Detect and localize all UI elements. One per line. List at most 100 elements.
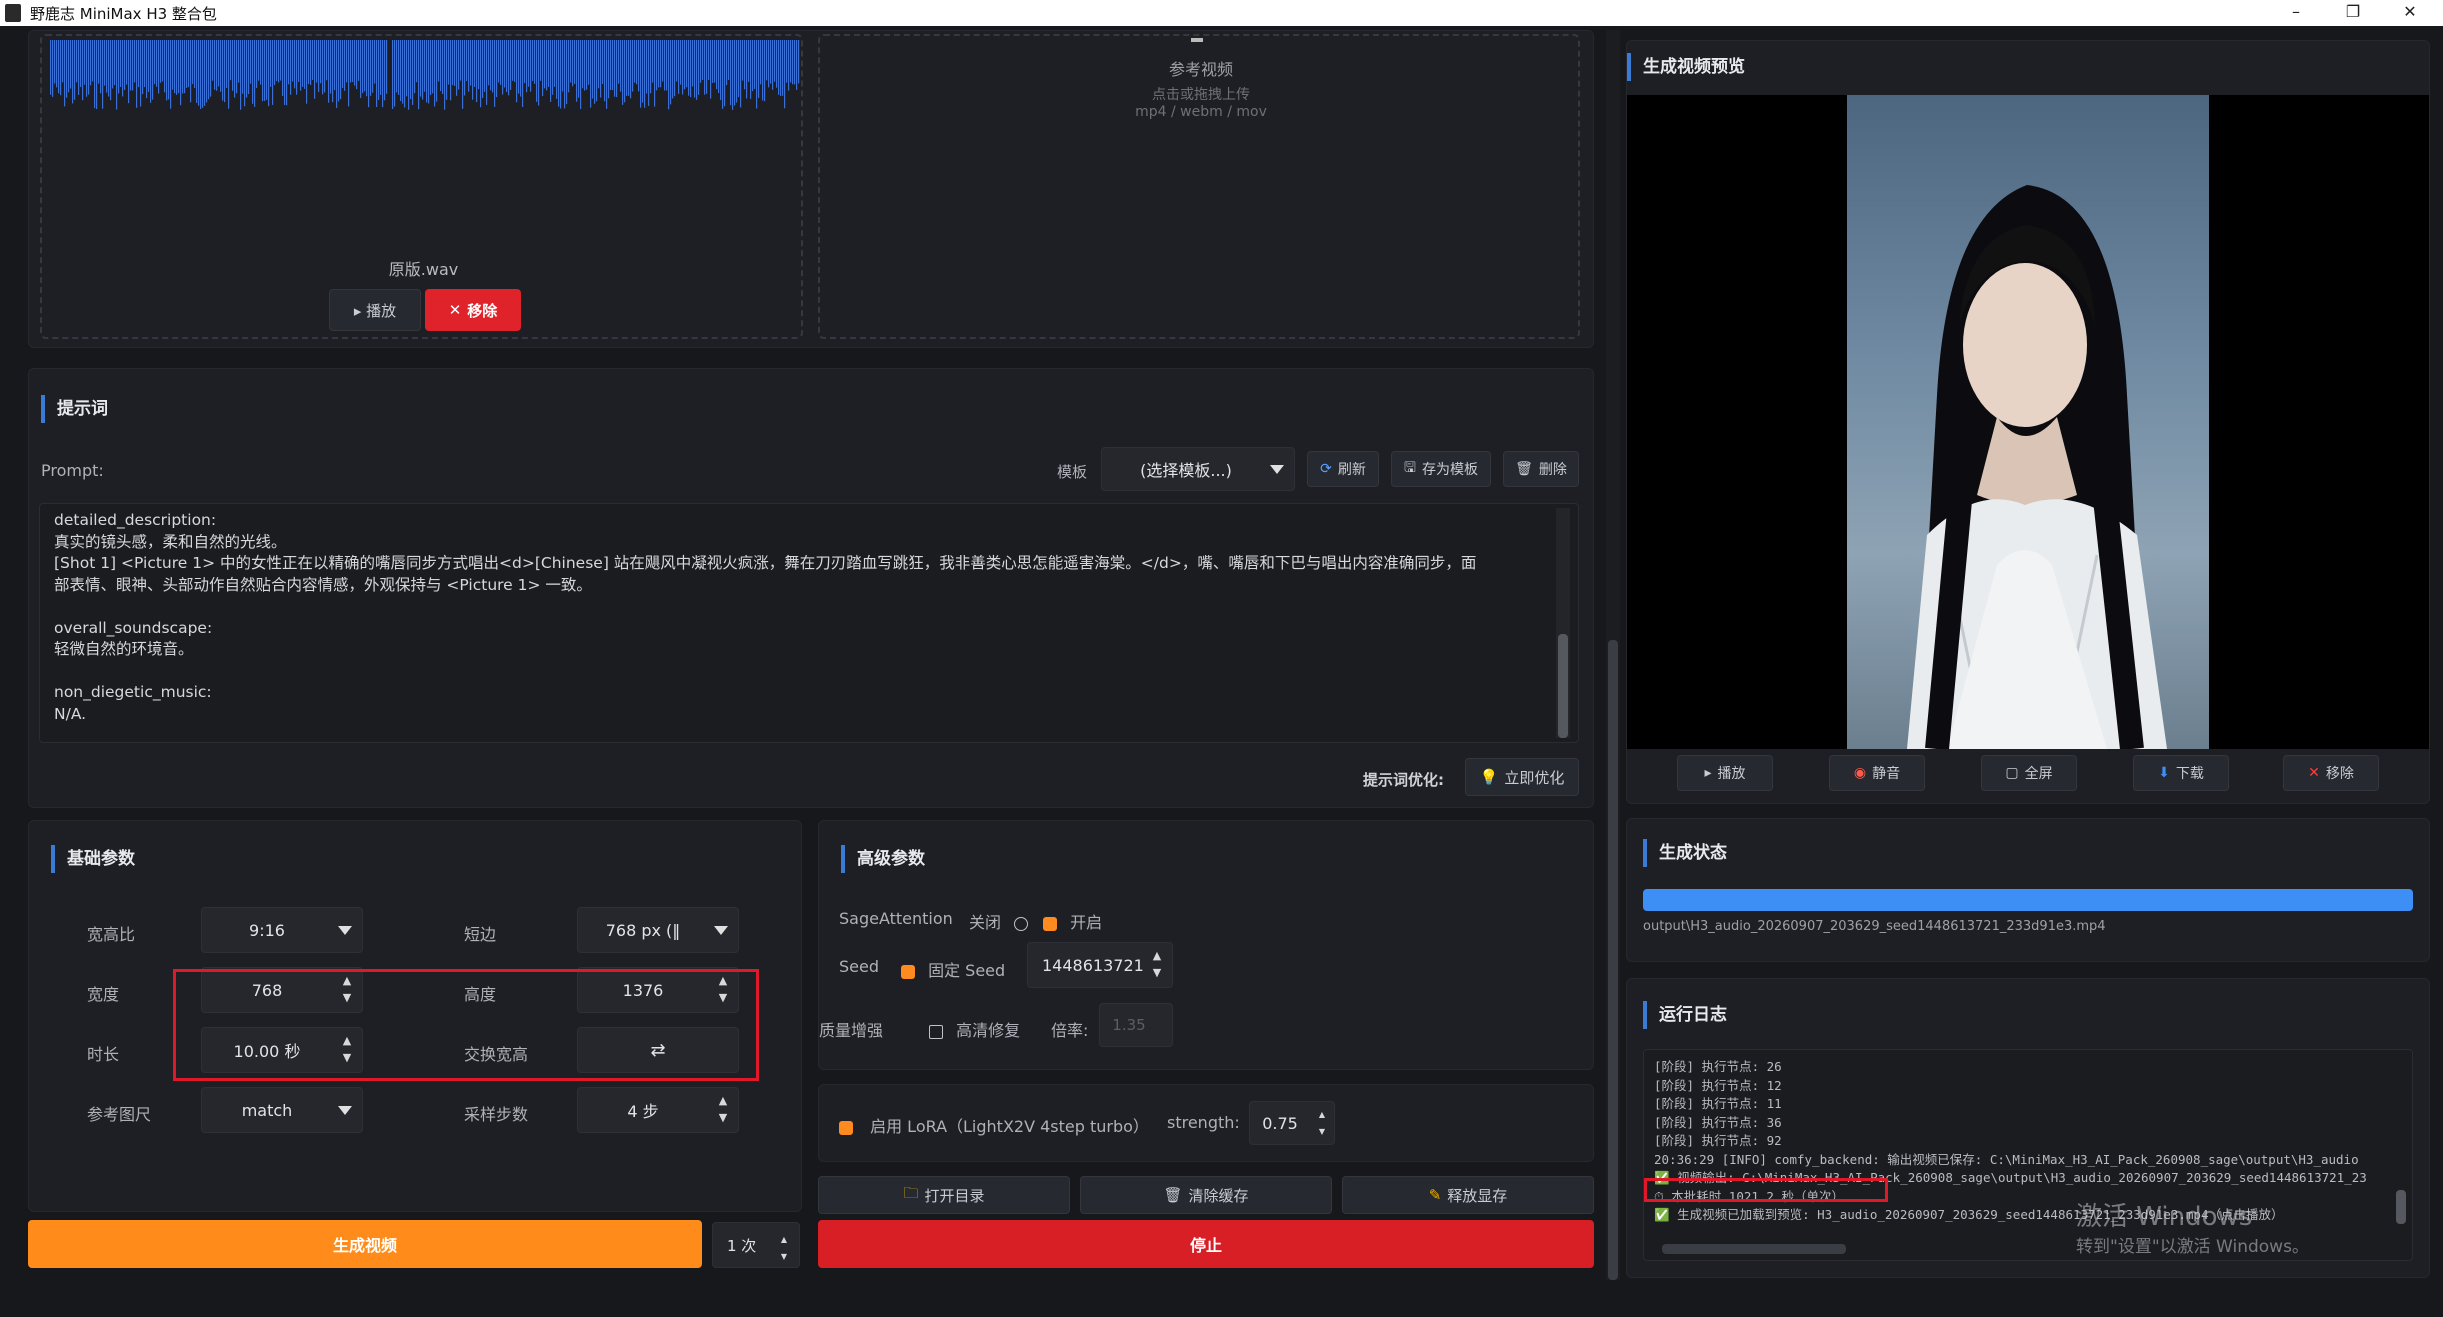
log-v-scroll-thumb[interactable]: [2396, 1190, 2406, 1224]
log-output[interactable]: [阶段] 执行节点: 26 [阶段] 执行节点: 12 [阶段] 执行节点: 11 […: [1643, 1049, 2413, 1261]
log-line: 20:36:29 [INFO] comfy_backend: 输出视频已保存: …: [1654, 1151, 2359, 1167]
template-select[interactable]: (选择模板...): [1101, 447, 1295, 491]
clear-cache-button[interactable]: 🗑 清除缓存: [1080, 1176, 1332, 1214]
count-stepper[interactable]: ▲ ▼: [775, 1231, 793, 1265]
stop-label: 停止: [1189, 1236, 1222, 1255]
log-line: [阶段] 执行节点: 26: [1654, 1059, 1782, 1074]
refresh-label: 刷新: [1337, 462, 1366, 478]
prompt-scroll-thumb[interactable]: [1558, 634, 1568, 738]
count-value: 1 次: [727, 1236, 757, 1255]
hd-fix-option[interactable]: 高清修复: [929, 1017, 1020, 1041]
sage-off-label: 关闭: [969, 913, 1002, 932]
audio-remove-label: 移除: [467, 301, 498, 320]
log-line: [阶段] 执行节点: 36: [1654, 1114, 1782, 1130]
prompt-line: 轻微自然的环境音。: [54, 640, 194, 658]
mute-button[interactable]: ◉ 静音: [1829, 755, 1925, 791]
trash-icon: 🗑: [1515, 461, 1533, 477]
stop-button[interactable]: 停止: [818, 1220, 1594, 1268]
progress-bar: [1643, 889, 2413, 911]
ref-size-select[interactable]: match: [201, 1087, 363, 1133]
save-icon: 🖫: [1404, 460, 1416, 476]
restore-button[interactable]: ❐: [2325, 0, 2381, 26]
steps-stepper[interactable]: ▲ ▼: [714, 1092, 732, 1126]
prompt-line: 真实的镜头感，柔和自然的光线。: [54, 532, 287, 551]
sage-on-option[interactable]: 开启: [1043, 909, 1102, 933]
minimize-button[interactable]: –: [2268, 0, 2324, 26]
refresh-icon: ⟳: [1320, 461, 1332, 477]
audio-waveform: [50, 40, 800, 110]
lora-checkbox[interactable]: [839, 1120, 853, 1135]
sage-on-radio[interactable]: [1043, 916, 1057, 931]
free-vram-button[interactable]: ✎ 释放显存: [1342, 1176, 1594, 1214]
sage-off-radio[interactable]: [1014, 916, 1029, 931]
ratio-input[interactable]: 1.35: [1099, 1003, 1173, 1047]
audio-dropzone[interactable]: 原版.wav ▸ 播放 ✕ 移除: [40, 34, 803, 339]
open-dir-label: 打开目录: [924, 1186, 985, 1205]
main-scroll-thumb[interactable]: [1608, 640, 1618, 1280]
preview-remove-button[interactable]: ✕ 移除: [2283, 755, 2379, 791]
audio-remove-button[interactable]: ✕ 移除: [425, 289, 521, 331]
seed-input[interactable]: 1448613721 ▲ ▼: [1027, 942, 1173, 988]
download-button[interactable]: ⬇ 下载: [2133, 755, 2229, 791]
advanced-section-title: 高级参数: [841, 845, 925, 873]
log-h-scroll-thumb[interactable]: [1662, 1244, 1846, 1254]
mute-label: 静音: [1872, 766, 1901, 782]
mute-icon: ◉: [1853, 765, 1867, 781]
prompt-textarea[interactable]: detailed_description: 真实的镜头感，柔和自然的光线。 [Sho…: [39, 503, 1579, 743]
remove-icon: ✕: [448, 301, 462, 319]
audio-play-button[interactable]: ▸ 播放: [329, 289, 421, 331]
seed-value: 1448613721: [1042, 955, 1144, 975]
log-section-title: 运行日志: [1643, 1001, 1727, 1029]
fixed-seed-checkbox[interactable]: [901, 964, 915, 979]
video-player[interactable]: [1627, 95, 2429, 749]
main-scrollbar[interactable]: [1606, 30, 1620, 1280]
open-dir-button[interactable]: 🗀 打开目录: [818, 1176, 1070, 1214]
optimize-button[interactable]: 💡 立即优化: [1465, 758, 1579, 796]
preview-play-button[interactable]: ▸ 播放: [1677, 755, 1773, 791]
strength-input[interactable]: 0.75 ▲ ▼: [1249, 1101, 1335, 1145]
output-path: output\H3_audio_20260907_203629_seed1448…: [1643, 919, 2106, 934]
short-side-select[interactable]: 768 px (‖: [577, 907, 739, 953]
prompt-line: non_diegetic_music:: [54, 683, 212, 701]
audio-filename: 原版.wav: [388, 260, 459, 279]
prompt-line: [Shot 1] <Picture 1> 中的女性正在以精确的嘴唇同步方式唱出<…: [54, 554, 1477, 572]
broom-icon: ✎: [1428, 1186, 1442, 1204]
sage-on-label: 开启: [1070, 913, 1103, 932]
generate-button[interactable]: 生成视频: [28, 1220, 702, 1268]
fullscreen-button[interactable]: ▢ 全屏: [1981, 755, 2077, 791]
fixed-seed-label: 固定 Seed: [928, 961, 1006, 980]
steps-input[interactable]: 4 步 ▲ ▼: [577, 1087, 739, 1133]
seed-stepper[interactable]: ▲ ▼: [1148, 947, 1166, 981]
refresh-button[interactable]: ⟳ 刷新: [1307, 451, 1379, 487]
template-label: 模板: [1057, 463, 1088, 481]
fixed-seed-option[interactable]: 固定 Seed: [901, 957, 1005, 981]
log-line: [阶段] 执行节点: 92: [1654, 1133, 1782, 1148]
window-title: 野鹿志 MiniMax H3 整合包: [30, 5, 217, 23]
prompt-label: Prompt:: [41, 461, 104, 480]
sage-label: SageAttention: [839, 909, 953, 928]
log-line: [阶段] 执行节点: 12: [1654, 1077, 1782, 1093]
sage-off-option[interactable]: 关闭: [969, 909, 1029, 933]
close-button[interactable]: ✕: [2382, 0, 2438, 26]
ref-video-label: 参考视频: [1168, 60, 1233, 79]
log-line: ✅ 生成视频已加载到预览: H3_audio_20260907_203629_s…: [1654, 1207, 2284, 1222]
delete-template-label: 删除: [1538, 462, 1567, 478]
quality-label: 质量增强: [819, 1021, 884, 1040]
delete-template-button[interactable]: 🗑 删除: [1503, 451, 1579, 487]
preview-section-title: 生成视频预览: [1627, 53, 1745, 81]
prompt-scrollbar[interactable]: [1556, 508, 1570, 738]
strength-stepper[interactable]: ▲ ▼: [1313, 1106, 1331, 1140]
hd-fix-checkbox[interactable]: [929, 1024, 943, 1039]
aspect-select[interactable]: 9:16: [201, 907, 363, 953]
status-section-title: 生成状态: [1643, 839, 1727, 867]
ref-size-label: 参考图尺: [87, 1105, 152, 1124]
log-line: [阶段] 执行节点: 11: [1654, 1096, 1782, 1111]
prompt-line: detailed_description:: [54, 511, 217, 529]
watermark-line1: 激活 Windows: [2076, 1202, 2253, 1232]
highlight-box: [1644, 1178, 1888, 1202]
ref-video-dropzone[interactable]: 参考视频 点击或拖拽上传 mp4 / webm / mov: [818, 34, 1580, 339]
save-template-button[interactable]: 🖫 存为模板: [1391, 451, 1491, 487]
lora-option[interactable]: 启用 LoRA（LightX2V 4step turbo）: [839, 1113, 1149, 1137]
preview-play-label: 播放: [1717, 766, 1746, 782]
count-input[interactable]: 1 次 ▲ ▼: [712, 1222, 800, 1268]
